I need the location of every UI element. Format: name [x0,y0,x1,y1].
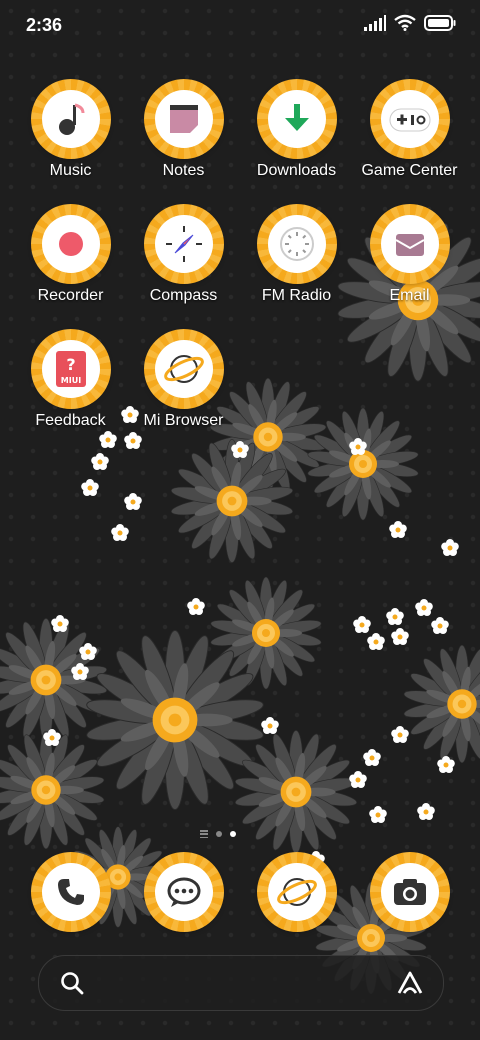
app-feedback[interactable]: ? MIUI Feedback [14,329,127,452]
app-music[interactable]: Music [14,79,127,202]
planet-icon [154,340,213,398]
dock-camera-badge [369,852,450,932]
record-dot-icon [41,215,100,273]
app-mi-browser-badge [143,329,224,409]
app-music-badge [30,79,111,159]
battery-icon [424,14,456,31]
page-dot-active [230,831,236,837]
app-label: Mi Browser [143,412,224,429]
app-label: Game Center [361,162,458,179]
page-dot [216,831,222,837]
app-feedback-badge: ? MIUI [30,329,111,409]
dock-browser-badge [256,852,337,932]
app-email[interactable]: Email [353,204,466,327]
dock-phone-badge [30,852,111,932]
app-label: FM Radio [261,287,332,304]
app-label: Music [49,162,92,179]
planet-icon [267,863,326,921]
app-label: Downloads [256,162,337,179]
app-game-center[interactable]: Game Center [353,79,466,202]
app-email-badge [369,204,450,284]
search-bar[interactable] [38,955,444,1011]
download-arrow-icon [267,90,326,148]
app-mi-browser[interactable]: Mi Browser [127,329,240,452]
app-compass-badge [143,204,224,284]
wifi-icon [394,14,416,31]
app-game-center-badge [369,79,450,159]
miui-text: MIUI [60,376,80,385]
svg-text:?: ? [66,355,75,374]
compass-icon [154,215,213,273]
app-downloads[interactable]: Downloads [240,79,353,202]
chat-bubble-icon [154,863,213,921]
app-label: Email [389,287,430,304]
app-downloads-badge [256,79,337,159]
status-bar: 2:36 [0,0,480,50]
app-recorder-badge [30,204,111,284]
signal-icon [364,14,386,31]
status-icons [364,14,456,31]
search-icon[interactable] [59,970,85,996]
phone-icon [41,863,100,921]
assistant-a-icon[interactable] [395,969,425,997]
status-time: 2:36 [26,15,63,35]
app-label: Notes [162,162,205,179]
gamepad-icon [380,90,439,148]
app-label: Compass [149,287,218,304]
app-fm-radio[interactable]: FM Radio [240,204,353,327]
envelope-icon [380,215,439,273]
page-indicator[interactable] [200,830,236,838]
dock [0,852,480,935]
app-compass[interactable]: Compass [127,204,240,327]
app-notes-badge [143,79,224,159]
app-label: Feedback [35,412,106,429]
app-recorder[interactable]: Recorder [14,204,127,327]
music-note-icon [41,90,100,148]
app-fm-radio-badge [256,204,337,284]
app-label: Recorder [37,287,104,304]
camera-icon [380,863,439,921]
radio-dial-icon [267,215,326,273]
dock-messages-badge [143,852,224,932]
notes-icon [154,90,213,148]
page-list-icon [200,830,208,838]
feedback-miui-icon: ? MIUI [41,340,100,398]
app-notes[interactable]: Notes [127,79,240,202]
